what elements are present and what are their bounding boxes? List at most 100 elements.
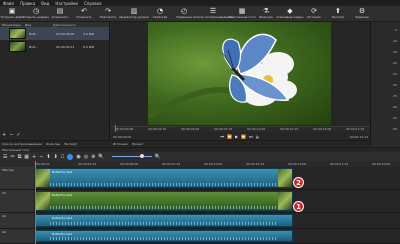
- toolbar-label: Ключевые кадры: [276, 15, 304, 19]
- current-timecode[interactable]: 00:00:00:00: [113, 135, 131, 139]
- lift-icon[interactable]: ⬆: [46, 154, 50, 160]
- cut-icon[interactable]: ✂: [10, 154, 14, 160]
- open-button[interactable]: ▣ Открыть файл: [0, 6, 24, 22]
- zoom-slider[interactable]: [111, 154, 152, 158]
- track-header[interactable]: V1: [0, 190, 34, 213]
- menu-view[interactable]: Вид: [41, 1, 49, 6]
- paste-icon[interactable]: ▦: [24, 154, 29, 160]
- export-button[interactable]: ⬆ Экспорт: [326, 6, 350, 22]
- menu-help[interactable]: Справка: [84, 1, 102, 6]
- snap-icon[interactable]: [67, 153, 74, 160]
- skip-end-icon[interactable]: ⏭: [249, 134, 253, 139]
- timeline-clip[interactable]: Butterfly.mp4: [35, 191, 293, 211]
- play-icon[interactable]: ▶: [235, 134, 238, 139]
- ripple-all-icon[interactable]: ⊕: [91, 154, 95, 160]
- clip-end-thumbnail: [278, 169, 292, 187]
- remove-icon[interactable]: −: [39, 154, 43, 160]
- properties-button[interactable]: ◔ Свойства: [148, 6, 172, 22]
- tab-playlist[interactable]: Список воспроизведения: [2, 142, 42, 146]
- preview-ruler[interactable]: 00:00:00:00 00:00:02:15 00:00:05:00 00:00:0…: [111, 126, 370, 132]
- scrub-icon[interactable]: ◉: [76, 154, 80, 160]
- clip-end-thumbnail: [278, 192, 292, 210]
- tab-filters[interactable]: Фильтры: [46, 142, 60, 146]
- track-name: V1: [2, 191, 6, 195]
- menu-icon[interactable]: ☰: [3, 154, 7, 160]
- track-name: A2: [2, 230, 6, 234]
- overwrite-icon[interactable]: ⬇: [54, 154, 58, 160]
- undo-button[interactable]: ↶ Отменить: [72, 6, 96, 22]
- jobs-button[interactable]: ⚙ Задания: [350, 6, 374, 22]
- audio-waveform: [50, 183, 278, 186]
- redo-button[interactable]: ↷ Повторить: [96, 6, 120, 22]
- split-icon[interactable]: ⎍: [61, 154, 65, 160]
- timeline-clip[interactable]: Butterfly.mp4: [35, 214, 293, 227]
- tab-source[interactable]: Источник: [113, 142, 128, 146]
- playlist-item[interactable]: Butt… 00:00:09:13 6.9 MiB: [0, 40, 109, 53]
- playlist-item[interactable]: Butt… 00:00:06:05 5.6 MiB: [0, 27, 109, 40]
- timeline-playhead[interactable]: [35, 161, 36, 244]
- keyframes-button[interactable]: ◆ Ключевые кадры: [276, 6, 304, 22]
- timeline-clip[interactable]: Butterfly.mp4: [35, 168, 293, 188]
- update-icon[interactable]: ✓: [16, 132, 20, 138]
- zoom-slider-knob[interactable]: [139, 154, 144, 158]
- ruler-tick-label: 00:00:07:15: [214, 127, 233, 131]
- timeline-clip[interactable]: Butterfly.mp4: [35, 230, 293, 242]
- track-header[interactable]: A2: [0, 229, 34, 244]
- toolbar-label: Индикатор уровня: [119, 15, 149, 19]
- track-name: A1: [2, 214, 6, 218]
- ripple-icon[interactable]: ◎: [84, 154, 88, 160]
- properties-icon: ◔: [156, 7, 164, 15]
- video-preview[interactable]: [148, 22, 331, 125]
- col-name[interactable]: Имя: [25, 23, 31, 27]
- track-name: Мастер: [2, 168, 14, 172]
- ruler-tick-label: 00:00:00:00: [115, 127, 134, 131]
- audio-meter-panel: -5 -10 -15 -20 -25 -30 -35 -40 -45 -50: [370, 22, 400, 146]
- playlist-button[interactable]: ☰ Список воспроизведения: [193, 6, 234, 22]
- tab-export[interactable]: Экспорт: [64, 142, 77, 146]
- recent-files-icon: ◴: [180, 7, 188, 15]
- toolbar-label: Недавние: [176, 15, 192, 19]
- menu-file[interactable]: Файл: [3, 1, 14, 6]
- clip-duration: 00:00:06:05: [56, 31, 75, 36]
- export-icon: ⬆: [335, 7, 341, 15]
- timeline-button[interactable]: ▦ Монтажный стол: [228, 6, 256, 22]
- col-thumbnails[interactable]: Миниатюры: [2, 23, 21, 27]
- ruler-tick-label: 00:00:15:00: [288, 162, 307, 166]
- toolbar-label: Экспорт: [331, 15, 345, 19]
- skip-start-icon[interactable]: ⏮: [220, 134, 224, 139]
- clip-size: 5.6 MiB: [83, 31, 95, 36]
- toolbar-label: Монтажный стол: [228, 15, 256, 19]
- menu-edit[interactable]: Правка: [20, 1, 35, 6]
- clip-name: Butt…: [29, 31, 39, 36]
- meter-scale-label: -20: [392, 61, 397, 65]
- preview-playhead[interactable]: [115, 125, 116, 132]
- rewind-icon[interactable]: ⏪: [227, 134, 232, 139]
- track-header[interactable]: Мастер: [0, 167, 34, 190]
- redo-icon: ↷: [105, 7, 111, 15]
- clip-start-thumbnail: [36, 192, 50, 210]
- fast-forward-icon[interactable]: ⏩: [241, 134, 246, 139]
- save-button[interactable]: ▤ Сохранить: [48, 6, 72, 22]
- zoom-out-icon[interactable]: 🔍: [98, 154, 104, 160]
- recent-files-button[interactable]: ◴ Недавние: [172, 6, 196, 22]
- append-icon[interactable]: +: [32, 154, 36, 160]
- filters-button[interactable]: ⚗ Фильтры: [254, 6, 278, 22]
- col-duration[interactable]: Длительность: [53, 23, 75, 27]
- volume-icon[interactable]: 🔈: [256, 134, 261, 139]
- zoom-in-icon[interactable]: 🔍: [155, 154, 161, 160]
- track-header[interactable]: A1: [0, 213, 34, 229]
- add-icon[interactable]: +: [2, 132, 6, 138]
- tab-project[interactable]: Проект: [132, 142, 143, 146]
- history-button[interactable]: ⟳ История: [302, 6, 326, 22]
- peak-meter-button[interactable]: ▥ Индикатор уровня: [119, 6, 149, 22]
- timeline-toolbar: ☰ ✂ ⧉ ▦ + − ⬆ ⬇ ⎍ ◉ ◎ ⊕ 🔍 🔍: [0, 152, 400, 161]
- meter-scale-label: -40: [392, 105, 397, 109]
- toolbar-label: Список воспроизведения: [193, 15, 234, 19]
- main-toolbar: ▣ Открыть файл ◷ Открыть недавн. ▤ Сохранить ↶…: [0, 6, 400, 22]
- clip-start-thumbnail: [36, 169, 50, 187]
- copy-icon[interactable]: ⧉: [18, 154, 22, 160]
- recent-button[interactable]: ◷ Открыть недавн.: [22, 6, 49, 22]
- audio-waveform: [50, 237, 278, 240]
- menu-settings[interactable]: Настройки: [55, 1, 78, 6]
- remove-icon[interactable]: −: [9, 132, 13, 138]
